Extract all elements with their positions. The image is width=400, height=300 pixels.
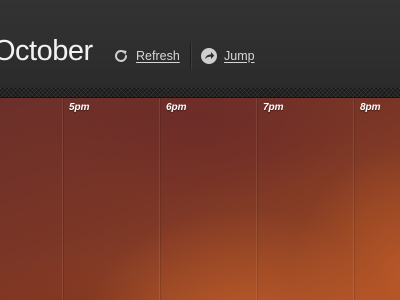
hour-label-5pm: 5pm — [69, 102, 90, 113]
hour-divider — [353, 98, 354, 300]
header-bar: October Refresh Jump — [0, 0, 400, 88]
timeline-area[interactable]: 5pm 6pm 7pm 8pm — [0, 98, 400, 300]
refresh-button[interactable]: Refresh — [112, 46, 180, 66]
jump-button[interactable]: Jump — [200, 46, 255, 66]
refresh-label: Refresh — [136, 49, 180, 63]
hour-divider — [159, 98, 160, 300]
toolbar-divider — [190, 42, 191, 70]
hour-divider — [256, 98, 257, 300]
hour-label-7pm: 7pm — [263, 102, 284, 113]
hour-label-8pm: 8pm — [360, 102, 381, 113]
pattern-separator — [0, 88, 400, 98]
hour-label-6pm: 6pm — [166, 102, 187, 113]
refresh-icon — [115, 49, 127, 62]
jump-arrow-icon — [201, 48, 217, 64]
month-title: October — [0, 35, 93, 67]
jump-label: Jump — [224, 49, 255, 63]
hour-divider — [62, 98, 63, 300]
